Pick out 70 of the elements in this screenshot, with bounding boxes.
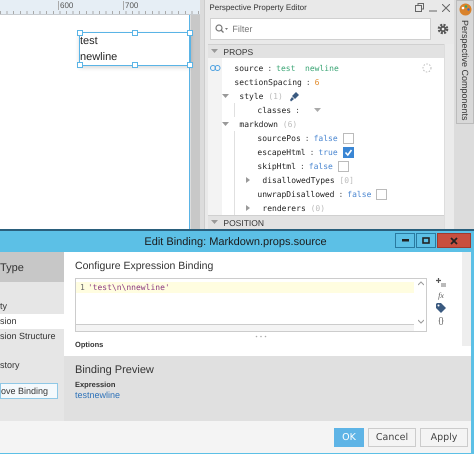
minimize-button[interactable] bbox=[395, 233, 415, 248]
remove-binding-button[interactable]: ove Binding bbox=[0, 383, 58, 399]
settings-icon[interactable] bbox=[437, 23, 450, 35]
maximize-button[interactable] bbox=[416, 233, 436, 248]
checkbox[interactable] bbox=[376, 188, 388, 200]
binding-type-item[interactable]: story bbox=[0, 358, 64, 373]
tag-icon[interactable] bbox=[436, 303, 446, 313]
property-row[interactable]: source : test newline bbox=[234, 64, 339, 72]
section-header[interactable]: POSITION bbox=[208, 215, 444, 229]
loading-icon bbox=[422, 63, 432, 73]
binding-type-item[interactable]: sion Structure bbox=[0, 329, 64, 344]
property-row[interactable]: sectionSpacing : 6 bbox=[234, 78, 320, 86]
scroll-down-icon[interactable] bbox=[418, 319, 424, 324]
brush-icon[interactable] bbox=[288, 90, 300, 102]
dialog-button[interactable]: Apply bbox=[420, 428, 468, 446]
resize-handle[interactable] bbox=[77, 30, 83, 36]
dialog-button[interactable]: Cancel bbox=[368, 428, 416, 446]
ruler-label: 600 bbox=[58, 1, 74, 10]
resize-handle[interactable] bbox=[132, 62, 138, 68]
resize-handle[interactable] bbox=[187, 30, 193, 36]
checkbox[interactable] bbox=[342, 146, 354, 158]
property-group[interactable]: style (1) bbox=[239, 92, 283, 100]
search-icon bbox=[215, 24, 228, 34]
markdown-component[interactable]: test newline bbox=[79, 32, 191, 66]
minimize-icon bbox=[402, 239, 408, 242]
maximize-icon bbox=[422, 237, 430, 244]
property-group[interactable]: disallowedTypes [0] bbox=[262, 176, 354, 184]
function-button[interactable]: fx bbox=[438, 291, 444, 300]
braces-button[interactable]: {} bbox=[438, 316, 444, 325]
property-row[interactable]: classes : bbox=[257, 106, 304, 114]
line-number: 1 bbox=[79, 283, 86, 292]
add-list-icon[interactable] bbox=[436, 278, 446, 288]
filter-input[interactable]: Filter bbox=[230, 23, 384, 35]
binding-type-item[interactable]: sion bbox=[0, 314, 64, 329]
filter-field[interactable]: Filter bbox=[210, 18, 432, 40]
panel-title: Perspective Property Editor bbox=[209, 3, 307, 12]
property-group[interactable]: renderers (0) bbox=[262, 204, 326, 212]
resize-handle[interactable] bbox=[132, 30, 138, 36]
nav-header: Type bbox=[0, 252, 64, 282]
property-row[interactable]: sourcePos : false bbox=[257, 134, 338, 142]
checkbox[interactable] bbox=[342, 132, 354, 144]
code-editor[interactable]: 1 'test\n\nnewline' bbox=[75, 278, 427, 332]
palette-icon bbox=[458, 3, 472, 16]
preview-value: testnewline bbox=[75, 390, 122, 400]
checkbox[interactable] bbox=[338, 160, 349, 172]
dropdown-icon[interactable] bbox=[314, 108, 321, 112]
close-button[interactable] bbox=[437, 233, 471, 248]
float-icon[interactable] bbox=[415, 3, 424, 12]
close-icon bbox=[450, 236, 458, 244]
property-row[interactable]: unwrapDisallowed : false bbox=[257, 190, 372, 198]
property-row[interactable]: escapeHtml : true bbox=[257, 148, 338, 156]
section-header[interactable]: PROPS bbox=[208, 44, 444, 58]
component-text: newline bbox=[80, 50, 118, 65]
section-heading: Configure Expression Binding bbox=[75, 260, 214, 272]
property-group[interactable]: markdown (6) bbox=[239, 120, 298, 128]
resize-handle[interactable] bbox=[187, 62, 193, 68]
dialog-title: Edit Binding: Markdown.props.source bbox=[144, 236, 327, 248]
collapse-icon[interactable] bbox=[211, 220, 218, 225]
binding-type-item[interactable]: ty bbox=[0, 299, 64, 314]
property-row[interactable]: skipHtml : false bbox=[257, 162, 333, 170]
code-text: 'test\n\nnewline' bbox=[88, 283, 170, 292]
side-tab[interactable]: Perspective Components bbox=[456, 0, 474, 124]
preview-heading: Binding Preview bbox=[75, 364, 155, 376]
collapse-icon[interactable] bbox=[211, 49, 218, 54]
close-icon[interactable] bbox=[442, 4, 450, 12]
ruler-label: 700 bbox=[123, 1, 138, 10]
component-text: test bbox=[80, 34, 99, 49]
resize-handle[interactable] bbox=[77, 62, 83, 68]
resize-handle[interactable] bbox=[255, 335, 267, 338]
scroll-up-icon[interactable] bbox=[418, 281, 424, 286]
